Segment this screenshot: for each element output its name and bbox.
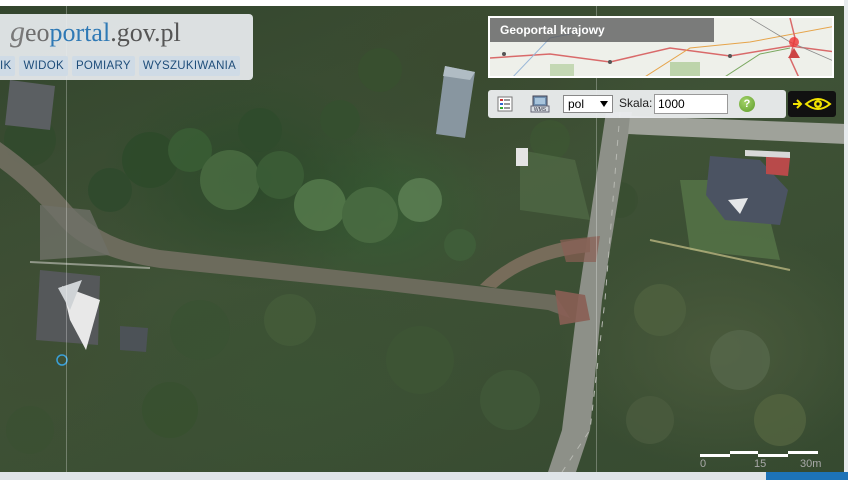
logo-eo: eo	[25, 18, 50, 47]
scale-input[interactable]	[654, 94, 728, 114]
language-select-value: pol	[568, 97, 585, 111]
logo-g: g	[10, 15, 25, 48]
language-select[interactable]: pol	[563, 95, 613, 113]
scale-bar-label-15: 15	[754, 458, 767, 470]
bottom-bar	[0, 472, 848, 480]
overview-map[interactable]: Geoportal krajowy	[488, 16, 834, 78]
geoportal-logo[interactable]: geoportal.gov.pl	[10, 16, 181, 49]
legend-icon[interactable]	[496, 95, 514, 113]
eye-icon	[804, 98, 832, 110]
bottom-bar-accent	[766, 472, 848, 480]
logo-domain: .gov.pl	[110, 18, 181, 47]
overview-map-title: Geoportal krajowy	[490, 18, 714, 42]
eye-toggle-graphic	[793, 98, 832, 110]
right-frame	[844, 0, 848, 472]
logo-panel: geoportal.gov.pl IK WIDOK POMIARY WYSZUK…	[0, 14, 253, 80]
map-toolbar: WMS pol Skala: ?	[488, 90, 786, 118]
scale-bar-label-30m: 30m	[800, 458, 822, 470]
main-menu: IK WIDOK POMIARY WYSZUKIWANIA	[0, 56, 241, 76]
scale-label: Skala:	[619, 96, 653, 110]
arrow-icon	[793, 99, 803, 109]
top-frame	[0, 0, 848, 6]
scale-bar-graphic	[700, 451, 818, 457]
menu-item-pomiary[interactable]: POMIARY	[71, 56, 135, 76]
menu-item-ik[interactable]: IK	[0, 56, 16, 76]
scale-bar: 0 15 30m	[700, 448, 822, 472]
chevron-down-icon	[600, 101, 608, 107]
visibility-toggle-button[interactable]	[788, 91, 836, 117]
logo-portal: portal	[49, 18, 111, 47]
help-icon[interactable]: ?	[739, 96, 755, 112]
svg-text:WMS: WMS	[534, 107, 547, 113]
menu-item-wyszukiwania[interactable]: WYSZUKIWANIA	[138, 56, 241, 76]
wms-icon[interactable]: WMS	[530, 95, 550, 113]
menu-item-widok[interactable]: WIDOK	[19, 56, 68, 76]
scale-bar-label-0: 0	[700, 458, 707, 470]
